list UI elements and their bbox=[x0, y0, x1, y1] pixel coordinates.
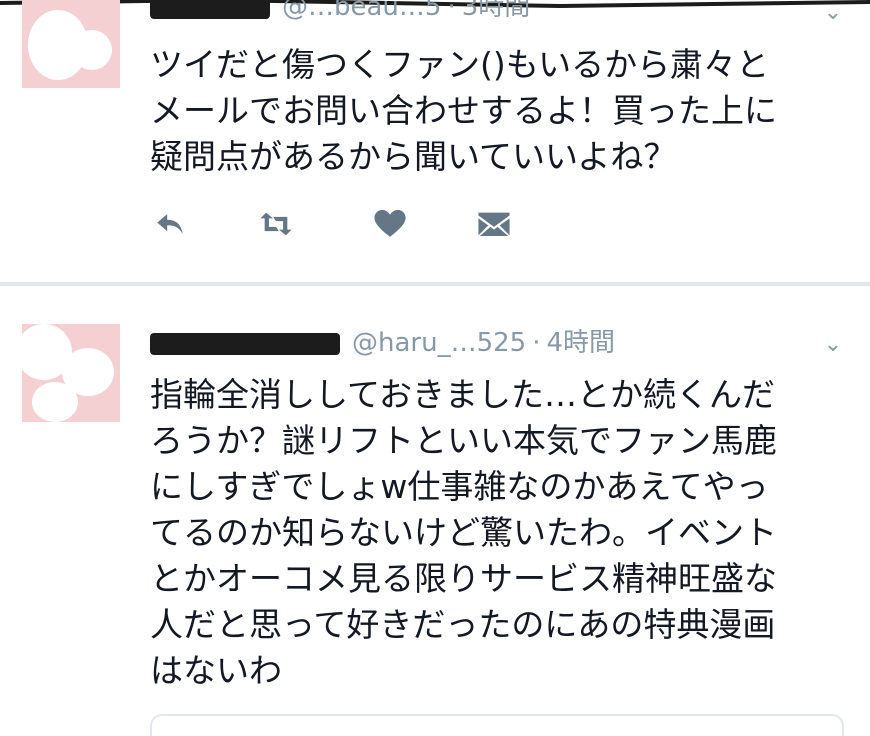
user-handle[interactable]: @haru_…525 bbox=[352, 328, 526, 358]
direct-message-icon bbox=[478, 212, 510, 237]
tweet-header: @haru_…525 · 4時間 bbox=[150, 322, 810, 362]
direct-message-button[interactable] bbox=[474, 204, 514, 244]
heart-icon bbox=[374, 209, 406, 237]
redacted-name bbox=[150, 332, 340, 355]
avatar[interactable] bbox=[22, 324, 120, 422]
reply-input-box[interactable] bbox=[150, 714, 844, 736]
chevron-down-icon[interactable]: ⌄ bbox=[822, 2, 844, 24]
like-button[interactable] bbox=[370, 204, 410, 244]
separator-dot: · bbox=[447, 0, 456, 22]
tweet[interactable]: @…beau…5 · 3時間 ⌄ ツイだと傷つくファン()もいるから粛々と メールで… bbox=[0, 0, 870, 282]
redaction-blot bbox=[72, 30, 112, 70]
chevron-down-icon[interactable]: ⌄ bbox=[822, 334, 844, 356]
tweet-header: @…beau…5 · 3時間 bbox=[150, 0, 810, 26]
retweet-button[interactable] bbox=[256, 204, 296, 244]
timestamp[interactable]: 4時間 bbox=[546, 328, 615, 358]
retweet-icon bbox=[260, 212, 292, 236]
tweet-text: ツイだと傷つくファン()もいるから粛々と メールでお問い合わせするよ！買った上に… bbox=[150, 45, 777, 176]
timestamp[interactable]: 3時間 bbox=[462, 0, 531, 22]
reply-icon bbox=[157, 214, 183, 234]
redaction-blot bbox=[32, 382, 78, 422]
separator-dot: · bbox=[532, 328, 541, 358]
tweet-text: 指輪全消ししておきました…とか続くんだ ろうか？謎リフトといい本気でファン馬鹿 … bbox=[150, 375, 777, 690]
tweet[interactable]: @haru_…525 · 4時間 ⌄ 指輪全消ししておきました…とか続くんだ ろうか… bbox=[0, 286, 870, 736]
redacted-name bbox=[150, 0, 270, 19]
user-handle[interactable]: @…beau…5 bbox=[282, 0, 441, 22]
avatar[interactable] bbox=[22, 0, 120, 88]
reply-button[interactable] bbox=[150, 204, 190, 244]
